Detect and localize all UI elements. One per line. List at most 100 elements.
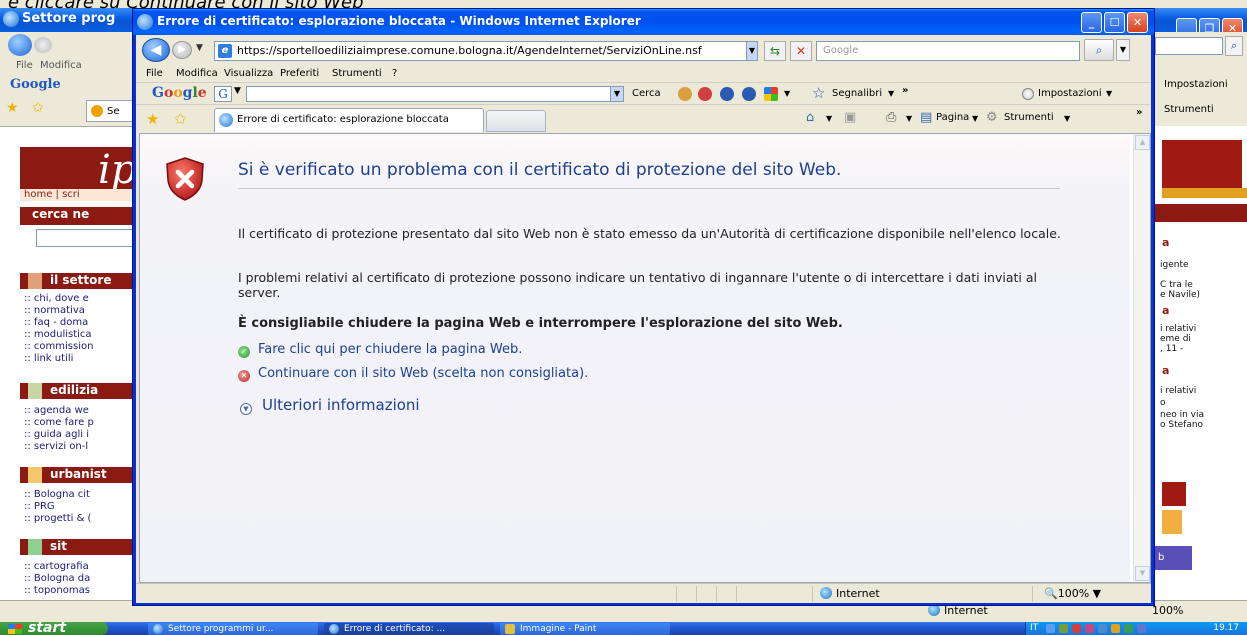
right-text[interactable]: o Stefano bbox=[1160, 420, 1203, 430]
right-text[interactable]: igente bbox=[1160, 260, 1189, 270]
chevron-down-icon[interactable]: ▼ bbox=[1106, 89, 1112, 98]
gear-icon[interactable]: ⚙ bbox=[986, 110, 998, 125]
chevron-down-icon[interactable]: ▼ bbox=[234, 86, 241, 96]
background-tools-label[interactable]: Strumenti bbox=[1164, 104, 1214, 115]
right-text[interactable]: C tra le bbox=[1160, 280, 1193, 290]
refresh-button[interactable]: ⇆ bbox=[764, 41, 786, 61]
right-text[interactable]: neo in via bbox=[1160, 410, 1204, 420]
toolbar-addon-icon[interactable] bbox=[698, 87, 712, 101]
minimize-icon[interactable]: _ bbox=[1081, 12, 1102, 33]
address-dropdown-icon[interactable]: ▼ bbox=[746, 41, 758, 61]
sidebar-link[interactable]: :: faq - doma bbox=[24, 317, 88, 328]
google-search-button[interactable]: Cerca bbox=[632, 88, 661, 99]
right-text[interactable]: e Navile) bbox=[1160, 290, 1200, 300]
favorites-star-icon[interactable]: ★ bbox=[146, 110, 159, 128]
sidebar-link[interactable]: :: progetti & ( bbox=[24, 513, 91, 524]
tray-icon[interactable] bbox=[1085, 624, 1094, 633]
home-bar[interactable]: home | scri bbox=[20, 189, 140, 201]
print-icon[interactable]: ⎙ bbox=[886, 110, 896, 125]
back-icon[interactable] bbox=[8, 34, 32, 56]
search-button[interactable]: ⌕ bbox=[1084, 39, 1114, 61]
vertical-scrollbar[interactable]: ▲ ▼ bbox=[1133, 134, 1150, 582]
toolbar-addon-icon[interactable] bbox=[678, 87, 692, 101]
chevron-down-icon[interactable]: ▼ bbox=[826, 114, 832, 123]
tools-menu-button[interactable]: Strumenti bbox=[1004, 112, 1054, 123]
background-tab[interactable]: Se bbox=[86, 100, 136, 122]
continue-to-site-link[interactable]: ✕ Continuare con il sito Web (scelta non … bbox=[238, 366, 588, 382]
sidebar-link[interactable]: :: toponomas bbox=[24, 585, 90, 596]
toolbar-addon-icon[interactable] bbox=[720, 87, 734, 101]
sidebar-link[interactable]: :: chi, dove e bbox=[24, 293, 89, 304]
sidebar-link[interactable]: :: modulistica bbox=[24, 329, 92, 340]
scroll-up-icon[interactable]: ▲ bbox=[1135, 135, 1150, 150]
language-indicator[interactable]: IT bbox=[1030, 622, 1038, 635]
page-icon[interactable]: ▤ bbox=[920, 110, 932, 125]
menu-visualizza[interactable]: Visualizza bbox=[224, 68, 273, 79]
toolbar-overflow-chevron[interactable]: » bbox=[902, 85, 908, 96]
home-icon[interactable]: ⌂ bbox=[806, 110, 814, 125]
toolbar-overflow-chevron[interactable]: » bbox=[1136, 107, 1142, 118]
taskbar-item[interactable]: Immagine - Paint bbox=[500, 623, 670, 635]
add-favorite-icon[interactable]: ✩ bbox=[174, 110, 187, 128]
back-button[interactable]: ◀ bbox=[142, 38, 170, 62]
chevron-down-icon[interactable]: ▼ bbox=[1064, 114, 1070, 123]
google-search-dropdown-icon[interactable]: ▼ bbox=[610, 86, 624, 102]
tray-icon[interactable] bbox=[1098, 624, 1107, 633]
background-search-input[interactable] bbox=[1155, 37, 1223, 55]
menu-file[interactable]: File bbox=[16, 60, 33, 71]
right-text[interactable]: i relativi bbox=[1160, 324, 1196, 334]
sidebar-link[interactable]: :: PRG bbox=[24, 501, 55, 512]
sidebar-link[interactable]: :: come fare p bbox=[24, 417, 94, 428]
menu-modifica[interactable]: Modifica bbox=[40, 60, 82, 71]
menu-strumenti[interactable]: Strumenti bbox=[332, 68, 382, 79]
tray-icon[interactable] bbox=[1124, 624, 1133, 633]
window-title-bar[interactable]: Errore di certificato: esplorazione bloc… bbox=[133, 9, 1154, 35]
bookmarks-button[interactable]: Segnalibri bbox=[832, 88, 882, 99]
more-info-toggle[interactable]: ▼ Ulteriori informazioni bbox=[240, 396, 420, 415]
background-zoom[interactable]: 100% bbox=[1152, 604, 1183, 617]
security-zone[interactable]: Internet bbox=[820, 587, 880, 600]
bookmark-star-icon[interactable]: ☆ bbox=[812, 84, 825, 102]
menu-preferiti[interactable]: Preferiti bbox=[280, 68, 319, 79]
search-input[interactable]: Google bbox=[816, 41, 1080, 61]
maximize-icon[interactable]: ☐ bbox=[1104, 12, 1125, 33]
sidebar-link[interactable]: :: normativa bbox=[24, 305, 85, 316]
tray-icon[interactable] bbox=[1046, 624, 1055, 633]
close-page-link[interactable]: ✓ Fare clic qui per chiudere la pagina We… bbox=[238, 342, 522, 358]
google-search-input[interactable] bbox=[246, 86, 616, 102]
chevron-down-icon[interactable]: ▼ bbox=[906, 114, 912, 123]
forward-icon[interactable] bbox=[34, 37, 52, 53]
toolbar-addon-icon[interactable] bbox=[742, 87, 756, 101]
right-text[interactable]: eme di bbox=[1160, 334, 1191, 344]
menu-file[interactable]: File bbox=[146, 68, 163, 79]
sidebar-link[interactable]: :: Bologna cit bbox=[24, 489, 90, 500]
right-text[interactable]: , 11 - bbox=[1160, 344, 1183, 354]
tab-certificate-error[interactable]: Errore di certificato: esplorazione bloc… bbox=[214, 108, 484, 132]
sidebar-link[interactable]: :: guida agli i bbox=[24, 429, 89, 440]
stop-button[interactable]: ✕ bbox=[790, 41, 812, 61]
tray-icon[interactable] bbox=[1137, 624, 1146, 633]
sidebar-link[interactable]: :: link utili bbox=[24, 353, 73, 364]
right-text[interactable]: i relativi bbox=[1160, 386, 1196, 396]
background-settings-label[interactable]: Impostazioni bbox=[1164, 79, 1228, 90]
chevron-down-icon[interactable]: ▼ bbox=[972, 114, 978, 123]
google-menu-icon[interactable]: G bbox=[214, 86, 232, 102]
menu-modifica[interactable]: Modifica bbox=[176, 68, 218, 79]
tray-icon[interactable] bbox=[1111, 624, 1120, 633]
tray-icon[interactable] bbox=[1072, 624, 1081, 633]
sidebar-link[interactable]: :: commission bbox=[24, 341, 93, 352]
scroll-down-icon[interactable]: ▼ bbox=[1135, 566, 1150, 581]
add-favorite-icon[interactable]: ✩ bbox=[32, 100, 44, 116]
history-dropdown-icon[interactable]: ▼ bbox=[196, 43, 203, 53]
taskbar-item-active[interactable]: Errore di certificato: ... bbox=[324, 623, 494, 635]
favorites-star-icon[interactable]: ★ bbox=[6, 100, 19, 116]
settings-button[interactable]: Impostazioni bbox=[1038, 88, 1102, 99]
sidebar-link[interactable]: :: agenda we bbox=[24, 405, 89, 416]
chevron-down-icon[interactable]: ▼ bbox=[784, 89, 790, 98]
sidebar-link[interactable]: :: servizi on-l bbox=[24, 441, 88, 452]
settings-icon[interactable] bbox=[1022, 88, 1034, 100]
chevron-down-icon[interactable]: ▼ bbox=[888, 89, 894, 98]
close-icon[interactable]: ✕ bbox=[1127, 12, 1148, 33]
new-tab-button[interactable] bbox=[486, 110, 546, 132]
search-icon[interactable]: ⌕ bbox=[1225, 36, 1243, 56]
